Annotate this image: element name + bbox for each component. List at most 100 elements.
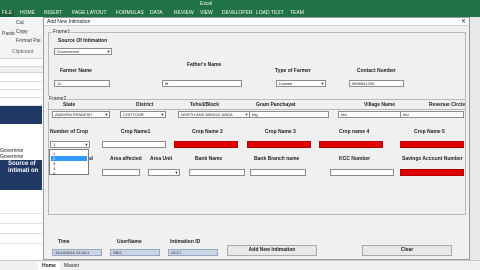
crop-name-1-input[interactable] <box>102 141 166 148</box>
village-name-label: Village Name <box>364 102 396 108</box>
crop-name-3-input[interactable] <box>247 141 311 148</box>
number-of-crop-label: Number of Crop <box>50 129 89 135</box>
crop-name-5-label: Crop Name 5 <box>414 129 445 135</box>
district-value: CHITTOOR <box>123 112 144 117</box>
crop-name-2-label: Crop Name 2 <box>192 129 223 135</box>
bank-name-label: Bank Name <box>195 156 223 162</box>
header-cell[interactable] <box>0 106 42 124</box>
tehsil-dropdown[interactable]: NORTH AND MIDDLE ANDA ▼ <box>178 111 250 118</box>
time-label: Time <box>58 239 70 245</box>
area-affected-label: Area affected <box>110 156 142 162</box>
grid-line <box>0 223 42 224</box>
add-intimation-dialog: Add New Intimation ✕ Frame1 Source Of In… <box>43 17 470 260</box>
number-of-crop-options: 1 2 3 4 5 <box>49 149 89 176</box>
farmer-name-input[interactable]: 12 <box>54 80 110 87</box>
fathers-name-input[interactable]: fff <box>162 80 242 87</box>
contact-label: Contact Number <box>357 68 396 74</box>
revenue-circle-label: Revenue Circle <box>429 102 466 108</box>
farmer-name-label: Farmer Name <box>60 68 92 74</box>
grid-line <box>0 81 42 82</box>
grid-line <box>0 243 42 244</box>
fathers-name-label: Father's Name <box>187 62 222 68</box>
username-input: SBO <box>110 249 160 256</box>
crop-name-4-label: Crop name 4 <box>339 129 370 135</box>
bank-name-input[interactable] <box>189 169 245 176</box>
type-of-farmer-dropdown[interactable]: Loanee ▼ <box>276 80 326 87</box>
source-dropdown[interactable]: Government ▼ <box>54 48 112 55</box>
username-label: UserName <box>117 239 142 245</box>
state-value: ANDHRA PRADESH <box>55 112 93 117</box>
bank-branch-label: Bank Branch name <box>254 156 300 162</box>
area-unit-label: Area Unit <box>150 156 173 162</box>
type-of-farmer-value: Loanee <box>279 81 293 86</box>
sheet-tab-master[interactable]: Master <box>60 262 83 270</box>
clear-button[interactable]: Clear <box>362 245 452 256</box>
tab-team[interactable]: TEAM <box>290 10 304 16</box>
intimation-id-label: Intimation ID <box>170 239 201 245</box>
source-value: Government <box>57 49 80 54</box>
gram-panchayat-input[interactable]: fdg <box>249 111 329 118</box>
state-dropdown[interactable]: ANDHRA PRADESH ▼ <box>52 111 110 118</box>
grid-line <box>0 97 42 98</box>
copy-button[interactable]: Copy <box>16 29 28 35</box>
crop-name-4-input[interactable] <box>319 141 383 148</box>
excel-title-bar: Excel <box>0 0 480 9</box>
grid-line <box>0 233 42 234</box>
worksheet-right-edge <box>470 17 480 260</box>
time-input: 11/14/2018 12:45:1 <box>52 249 102 256</box>
close-icon[interactable]: ✕ <box>461 18 466 25</box>
add-new-intimation-button[interactable]: Add New Intimation <box>227 245 317 256</box>
crop-name-2-input[interactable] <box>174 141 238 148</box>
chevron-down-icon: ▼ <box>84 142 89 147</box>
sheet-tab-home[interactable]: Home <box>38 262 60 270</box>
grid-line <box>0 213 42 214</box>
tab-file[interactable]: FILE <box>0 10 14 17</box>
tab-review[interactable]: REVIEW <box>174 10 194 16</box>
chevron-down-icon: ▼ <box>320 81 325 86</box>
contact-input[interactable]: 9896541230 <box>349 80 404 87</box>
tab-page-layout[interactable]: PAGE LAYOUT <box>72 10 107 16</box>
intimation-id-input: OCLT <box>168 249 218 256</box>
gram-panchayat-label: Gram Panchayat <box>256 102 296 108</box>
crop-name-1-label: Crop Name1 <box>121 129 151 135</box>
option-5[interactable]: 5 <box>51 171 87 176</box>
tab-load-test[interactable]: LOAD TEST <box>256 10 284 16</box>
clipboard-group-label: Clipboard <box>12 49 34 55</box>
area-unit-dropdown[interactable]: ▼ <box>148 169 180 176</box>
ribbon-tabs: FILE HOME INSERT PAGE LAYOUT FORMULAS DA… <box>0 9 480 17</box>
frame1-label: Frame1 <box>52 29 72 35</box>
chevron-down-icon: ▼ <box>160 112 165 117</box>
paste-button[interactable]: Paste <box>2 31 15 37</box>
number-of-crop-dropdown[interactable]: 1 ▼ <box>50 141 90 148</box>
tab-formulas[interactable]: FORMULAS <box>116 10 144 16</box>
tab-view[interactable]: VIEW <box>200 10 213 16</box>
tab-data[interactable]: DATA <box>150 10 163 16</box>
dialog-title-bar: Add New Intimation ✕ <box>44 18 469 26</box>
chevron-down-icon: ▼ <box>106 49 111 54</box>
bank-branch-input[interactable] <box>250 169 306 176</box>
area-affected-input[interactable] <box>102 169 140 176</box>
district-label: District <box>136 102 154 108</box>
cut-button[interactable]: Cut <box>16 20 24 26</box>
tab-developer[interactable]: DEVELOPER <box>222 10 253 16</box>
tab-home[interactable]: HOME <box>20 10 35 16</box>
source-label: Source Of Intimation <box>58 38 108 44</box>
dialog-title: Add New Intimation <box>47 19 91 25</box>
crop-name-5-input[interactable] <box>400 141 464 148</box>
district-dropdown[interactable]: CHITTOOR ▼ <box>120 111 166 118</box>
kcc-input[interactable] <box>330 169 394 176</box>
chevron-down-icon: ▼ <box>104 112 109 117</box>
tab-insert[interactable]: INSERT <box>44 10 62 16</box>
state-label: State <box>63 102 76 108</box>
source-header-cell[interactable]: Source of intimati on <box>0 160 42 190</box>
crop-name-3-label: Crop Name 3 <box>265 129 296 135</box>
savings-account-input[interactable] <box>400 169 464 176</box>
window-title: Excel <box>200 1 213 7</box>
tehsil-value: NORTH AND MIDDLE ANDA <box>181 112 233 117</box>
format-painter-button[interactable]: Format Pai <box>16 38 40 44</box>
type-of-farmer-label: Type of Farmer <box>275 68 311 74</box>
revenue-circle-input[interactable]: fdd <box>400 111 464 118</box>
savings-account-label: Savings Account Number <box>402 156 463 162</box>
sheet-tabs: Home Master <box>0 260 480 270</box>
kcc-label: KCC Number <box>339 156 371 162</box>
